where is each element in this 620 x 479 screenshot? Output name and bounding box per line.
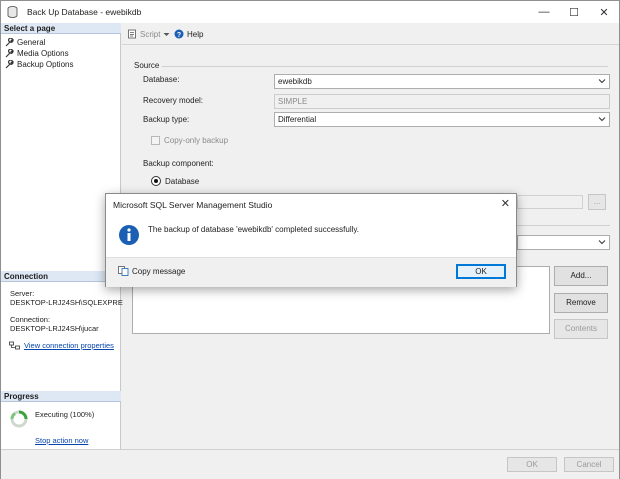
progress-status: Executing (100%)	[35, 410, 95, 419]
stop-action-link[interactable]: Stop action now	[35, 436, 88, 445]
browse-button[interactable]: ...	[588, 194, 606, 210]
page-media-options-label: Media Options	[17, 48, 69, 58]
page-general-label: General	[17, 37, 46, 47]
backup-component-label: Backup component:	[143, 159, 214, 168]
progress-header: Progress	[1, 391, 121, 402]
select-page-header: Select a page	[1, 23, 121, 34]
connection-label: Connection:	[10, 315, 51, 324]
backup-database-window: Back Up Database - ewebikdb — ☐ ✕ Select…	[0, 0, 620, 479]
database-label: Database:	[143, 75, 180, 84]
recovery-model-label: Recovery model:	[143, 96, 204, 105]
copy-message-button[interactable]: Copy message	[118, 266, 185, 276]
copy-only-checkbox[interactable]	[151, 136, 160, 145]
wrench-icon	[5, 37, 14, 46]
help-label: Help	[187, 29, 204, 39]
source-group-label: Source	[134, 61, 160, 70]
server-value: DESKTOP-LRJ24SH\SQLEXPRE	[10, 298, 123, 307]
window-title: Back Up Database - ewebikdb	[27, 7, 142, 17]
chevron-down-icon	[163, 32, 170, 36]
copy-message-label: Copy message	[132, 266, 186, 276]
backup-to-select[interactable]	[517, 235, 610, 250]
svg-text:?: ?	[177, 32, 181, 39]
database-radio-row[interactable]: Database	[151, 176, 199, 186]
cancel-button[interactable]: Cancel	[564, 457, 614, 472]
database-select[interactable]: ewebikdb	[274, 74, 610, 89]
script-icon	[128, 29, 136, 39]
backup-type-value: Differential	[278, 115, 317, 124]
script-label: Script	[140, 29, 161, 39]
dialog-title: Microsoft SQL Server Management Studio	[113, 200, 273, 210]
copy-icon	[118, 266, 129, 276]
chevron-down-icon	[598, 117, 606, 122]
backup-type-select[interactable]: Differential	[274, 112, 610, 127]
view-connection-properties-link[interactable]: View connection properties	[24, 341, 114, 350]
dialog-ok-button[interactable]: OK	[456, 264, 506, 279]
toolbar: Script ? Help	[122, 23, 619, 45]
view-connection-row: View connection properties	[9, 341, 114, 350]
database-icon	[7, 6, 18, 18]
page-general[interactable]: General	[5, 37, 45, 47]
page-backup-options[interactable]: Backup Options	[5, 59, 73, 69]
remove-button[interactable]: Remove	[554, 293, 608, 313]
dialog-close-button[interactable]: ✕	[501, 197, 510, 210]
page-media-options[interactable]: Media Options	[5, 48, 69, 58]
ok-button[interactable]: OK	[507, 457, 557, 472]
help-button[interactable]: ? Help	[174, 29, 203, 39]
info-icon	[119, 225, 139, 245]
bottom-bar: OK Cancel	[1, 449, 619, 479]
copy-only-label: Copy-only backup	[164, 136, 229, 145]
wrench-icon	[5, 59, 14, 68]
connection-icon	[9, 341, 20, 350]
source-group-divider	[162, 66, 608, 67]
recovery-model-field: SIMPLE	[274, 94, 610, 109]
dialog-footer: Copy message OK	[106, 257, 516, 287]
script-button[interactable]: Script	[127, 29, 170, 39]
add-button[interactable]: Add...	[554, 266, 608, 286]
chevron-down-icon	[598, 240, 606, 245]
destination-divider	[517, 225, 610, 226]
close-button[interactable]: ✕	[589, 1, 619, 23]
dialog-message: The backup of database 'ewebikdb' comple…	[148, 225, 360, 234]
server-label: Server:	[10, 289, 35, 298]
page-backup-options-label: Backup Options	[17, 59, 74, 69]
minimize-button[interactable]: —	[529, 1, 559, 23]
maximize-button[interactable]: ☐	[559, 1, 589, 23]
connection-header: Connection	[1, 271, 121, 282]
left-panel: Select a page General Media Options Back…	[1, 23, 123, 449]
database-radio[interactable]	[151, 176, 161, 186]
database-value: ewebikdb	[278, 77, 312, 86]
progress-spinner-icon	[10, 410, 28, 428]
title-bar: Back Up Database - ewebikdb — ☐ ✕	[1, 1, 619, 23]
completion-dialog: Microsoft SQL Server Management Studio ✕…	[105, 193, 517, 287]
contents-button[interactable]: Contents	[554, 319, 608, 339]
copy-only-checkbox-row[interactable]: Copy-only backup	[151, 136, 228, 145]
help-icon: ?	[174, 29, 184, 39]
database-radio-label: Database	[165, 176, 200, 186]
wrench-icon	[5, 48, 14, 57]
files-field[interactable]	[517, 195, 583, 209]
chevron-down-icon	[598, 79, 606, 84]
backup-type-label: Backup type:	[143, 115, 190, 124]
connection-value: DESKTOP-LRJ24SH\jucar	[10, 324, 99, 333]
